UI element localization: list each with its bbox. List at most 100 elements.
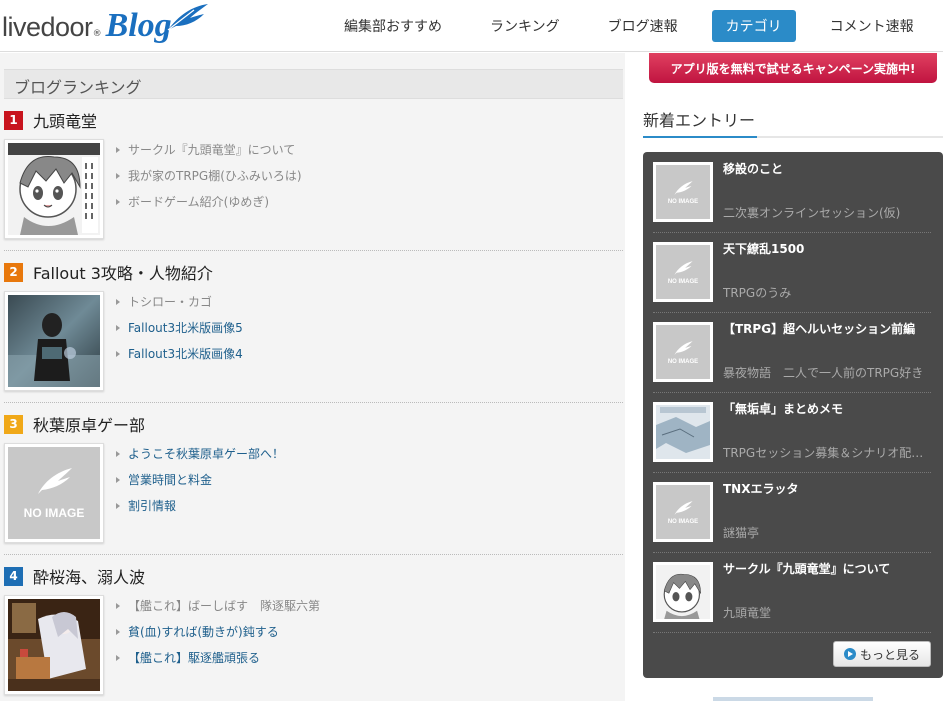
main-nav: 編集部おすすめ ランキング ブログ速報 カテゴリ コメント速報 bbox=[320, 0, 938, 52]
blog-title-link[interactable]: 酔桜海、溺人波 bbox=[33, 564, 145, 588]
map-image bbox=[656, 405, 710, 459]
rank-badge: 4 bbox=[4, 566, 23, 586]
article-link[interactable]: 営業時間と料金 bbox=[116, 467, 284, 493]
room-illustration bbox=[8, 599, 100, 691]
feather-icon bbox=[674, 260, 693, 275]
article-link[interactable]: ようこそ秋葉原卓ゲー部へ！ bbox=[116, 441, 284, 467]
no-image-placeholder: NO IMAGE bbox=[656, 485, 710, 539]
no-image-label: NO IMAGE bbox=[667, 198, 699, 205]
article-link[interactable]: トシロー・カゴ bbox=[116, 289, 243, 315]
logo-livedoor-text: livedoor bbox=[2, 12, 93, 42]
feather-icon bbox=[167, 4, 208, 31]
article-links: トシロー・カゴ Fallout3北米版画像5 Fallout3北米版画像4 bbox=[116, 289, 243, 367]
article-link-text: 我が家のTRPG棚(ひふみいろは) bbox=[128, 169, 302, 183]
bullet-arrow-icon bbox=[116, 351, 120, 357]
article-link[interactable]: Fallout3北米版画像5 bbox=[116, 315, 243, 341]
title-rule-accent bbox=[643, 136, 757, 138]
blog-title-link[interactable]: 九頭竜堂 bbox=[33, 108, 97, 132]
nav-ranking[interactable]: ランキング bbox=[476, 10, 574, 42]
no-image-box: NO IMAGE bbox=[656, 485, 710, 539]
article-link-text: Fallout3北米版画像5 bbox=[128, 321, 243, 335]
anime-character-image bbox=[656, 565, 710, 619]
blog-thumbnail[interactable] bbox=[4, 139, 104, 239]
entry-source: 二次裏オンラインセッション(仮) bbox=[723, 206, 901, 220]
sidebar: アプリ版を無料で試せるキャンペーン実施中! 新着エントリー NO IMAGE 移… bbox=[643, 53, 943, 701]
entry-thumbnail: NO IMAGE bbox=[653, 482, 713, 542]
bullet-arrow-icon bbox=[116, 603, 120, 609]
entry-item[interactable]: サークル『九頭竜堂』について 九頭竜堂 bbox=[653, 552, 931, 632]
article-links: 【艦これ】ばーしばす 隊逐駆六第 貧(血)すれば(動きが)鈍する 【艦これ】駆逐… bbox=[116, 593, 320, 671]
article-link-text: 営業時間と料金 bbox=[128, 473, 213, 487]
article-link-text: トシロー・カゴ bbox=[128, 295, 213, 309]
section-title: ブログランキング bbox=[4, 69, 623, 99]
partial-widget-edge bbox=[713, 697, 873, 701]
more-button[interactable]: もっと見る bbox=[833, 641, 931, 667]
entry-item[interactable]: NO IMAGE 移設のこと 二次裏オンラインセッション(仮) bbox=[653, 152, 931, 232]
nav-comment-news[interactable]: コメント速報 bbox=[816, 10, 928, 42]
entry-thumbnail bbox=[653, 562, 713, 622]
no-image-label: NO IMAGE bbox=[667, 518, 699, 525]
ranking-item: 4 酔桜海、溺人波 【艦これ】ばーしばす 隊逐駆六第 貧(血)すれば(動きが)鈍… bbox=[4, 565, 623, 695]
entry-thumbnail bbox=[653, 402, 713, 462]
bullet-arrow-icon bbox=[116, 655, 120, 661]
divider bbox=[4, 250, 623, 251]
new-entries-list: NO IMAGE 移設のこと 二次裏オンラインセッション(仮) NO IMAGE… bbox=[643, 152, 943, 678]
entry-source: 九頭竜堂 bbox=[723, 606, 772, 620]
entry-item[interactable]: NO IMAGE 天下繚乱1500 TRPGのうみ bbox=[653, 232, 931, 312]
article-link-text: 【艦これ】ばーしばす 隊逐駆六第 bbox=[128, 599, 321, 613]
article-link-text: ようこそ秋葉原卓ゲー部へ！ bbox=[128, 447, 285, 461]
no-image-box: NO IMAGE bbox=[656, 245, 710, 299]
nav-blog-news[interactable]: ブログ速報 bbox=[594, 10, 692, 42]
bullet-arrow-icon bbox=[116, 199, 120, 205]
ranking-item-head: 2 Fallout 3攻略・人物紹介 bbox=[4, 261, 623, 283]
divider bbox=[4, 402, 623, 403]
no-image-box: NO IMAGE bbox=[656, 165, 710, 219]
play-circle-icon bbox=[843, 648, 856, 660]
article-link[interactable]: サークル『九頭竜堂』について bbox=[116, 137, 302, 163]
anime-character-image bbox=[8, 143, 100, 235]
rank-badge: 3 bbox=[4, 414, 23, 434]
article-link[interactable]: 我が家のTRPG棚(ひふみいろは) bbox=[116, 163, 302, 189]
no-image-placeholder: NO IMAGE bbox=[656, 165, 710, 219]
anime-girl-illustration bbox=[8, 143, 100, 235]
entry-source: 謎猫亭 bbox=[723, 526, 760, 540]
ranking-item-head: 4 酔桜海、溺人波 bbox=[4, 565, 623, 587]
entry-item[interactable]: NO IMAGE 【TRPG】超ヘルいセッション前編 暴夜物語 二人で一人前のT… bbox=[653, 312, 931, 392]
article-link[interactable]: Fallout3北米版画像4 bbox=[116, 341, 243, 367]
bullet-arrow-icon bbox=[116, 503, 120, 509]
blog-thumbnail[interactable]: NO IMAGE bbox=[4, 443, 104, 543]
article-link[interactable]: ボードゲーム紹介(ゆめぎ) bbox=[116, 189, 302, 215]
nav-category[interactable]: カテゴリ bbox=[711, 10, 796, 42]
ranking-item-head: 1 九頭竜堂 bbox=[4, 109, 623, 131]
livedoor-blog-logo[interactable]: livedoor ® Blog bbox=[2, 4, 218, 46]
feather-icon bbox=[674, 340, 693, 355]
rank-badge: 1 bbox=[4, 110, 23, 130]
article-link[interactable]: 【艦これ】駆逐艦頑張る bbox=[116, 645, 320, 671]
article-link[interactable]: 割引情報 bbox=[116, 493, 284, 519]
article-link[interactable]: 貧(血)すれば(動きが)鈍する bbox=[116, 619, 320, 645]
no-image-placeholder: NO IMAGE bbox=[656, 245, 710, 299]
divider bbox=[653, 632, 931, 633]
entry-title: TNXエラッタ bbox=[723, 482, 799, 496]
map-illustration bbox=[656, 405, 710, 459]
blog-thumbnail[interactable] bbox=[4, 595, 104, 695]
blog-thumbnail[interactable] bbox=[4, 291, 104, 391]
article-link[interactable]: 【艦これ】ばーしばす 隊逐駆六第 bbox=[116, 593, 320, 619]
blog-title-link[interactable]: 秋葉原卓ゲー部 bbox=[33, 412, 145, 436]
article-link-text: 【艦これ】駆逐艦頑張る bbox=[128, 651, 261, 665]
anime-girl-illustration bbox=[656, 565, 710, 619]
entry-item[interactable]: NO IMAGE TNXエラッタ 謎猫亭 bbox=[653, 472, 931, 552]
figure-photo bbox=[8, 295, 100, 387]
entry-source: 暴夜物語 二人で一人前のTRPG好き bbox=[723, 366, 924, 380]
no-image-placeholder: NO IMAGE bbox=[8, 447, 100, 539]
app-campaign-banner[interactable]: アプリ版を無料で試せるキャンペーン実施中! bbox=[649, 53, 937, 83]
article-link-text: ボードゲーム紹介(ゆめぎ) bbox=[128, 195, 270, 209]
no-image-label: NO IMAGE bbox=[667, 358, 699, 365]
entry-title: 天下繚乱1500 bbox=[723, 242, 805, 256]
blog-title-link[interactable]: Fallout 3攻略・人物紹介 bbox=[33, 260, 213, 284]
rank-badge: 2 bbox=[4, 262, 23, 282]
nav-editor-picks[interactable]: 編集部おすすめ bbox=[330, 10, 456, 42]
feather-icon bbox=[674, 500, 693, 515]
entry-item[interactable]: 「無垢卓」まとめメモ TRPGセッション募集＆シナリオ配布ページ bbox=[653, 392, 933, 472]
ranking-item: 3 秋葉原卓ゲー部 NO IMAGE ようこそ秋葉原卓ゲー部へ！ 営業時間と料金… bbox=[4, 412, 623, 543]
